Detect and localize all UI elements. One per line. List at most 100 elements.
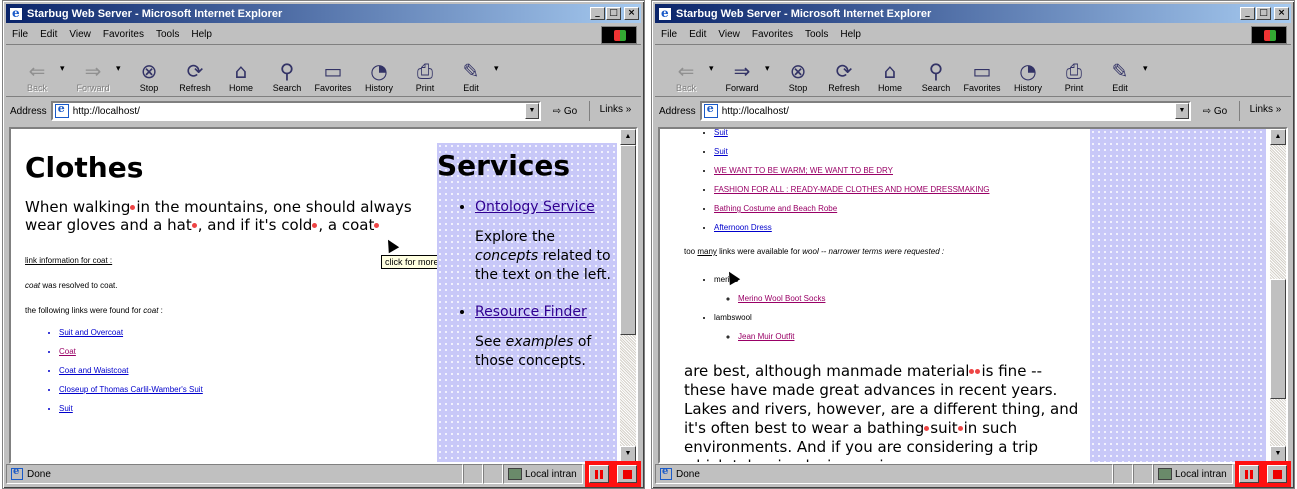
edit-button[interactable]: ✎ Edit <box>448 49 494 95</box>
title-bar[interactable]: Starbug Web Server - Microsoft Internet … <box>6 4 641 23</box>
forward-dropdown-icon[interactable]: ▾ <box>765 49 775 74</box>
concept-marker-icon[interactable] <box>312 223 318 228</box>
menu-edit[interactable]: Edit <box>40 29 57 40</box>
page-done-icon <box>11 466 23 480</box>
search-button[interactable]: ⚲ Search <box>913 49 959 95</box>
scroll-thumb[interactable] <box>620 145 636 335</box>
address-input[interactable]: http://localhost/ ▼ <box>50 101 541 121</box>
result-link[interactable]: Jean Muir Outfit <box>738 332 794 341</box>
home-button[interactable]: ⌂ Home <box>218 49 264 95</box>
scroll-down-icon[interactable]: ▼ <box>1270 446 1286 462</box>
result-link[interactable]: Coat and Waistcoat <box>59 366 129 375</box>
refresh-button[interactable]: ⟳ Refresh <box>172 49 218 95</box>
refresh-button[interactable]: ⟳ Refresh <box>821 49 867 95</box>
menu-tools[interactable]: Tools <box>156 29 179 40</box>
favorites-button[interactable]: ▭ Favorites <box>959 49 1005 95</box>
menu-file[interactable]: File <box>12 29 28 40</box>
stop-playback-button[interactable] <box>617 465 637 483</box>
concept-marker-icon[interactable] <box>374 223 380 228</box>
forward-button[interactable]: ⇒ Forward <box>70 49 116 95</box>
result-link[interactable]: Suit <box>714 129 728 137</box>
minimize-button[interactable]: _ <box>590 7 605 20</box>
result-link[interactable]: Suit <box>714 147 728 156</box>
result-link[interactable]: Suit and Overcoat <box>59 328 123 337</box>
resource-finder-link[interactable]: Resource Finder <box>475 304 587 320</box>
back-arrow-icon: ⇐ <box>677 59 695 83</box>
scroll-thumb[interactable] <box>1270 279 1286 399</box>
concept-marker-icon[interactable] <box>957 426 963 431</box>
pause-button[interactable] <box>1239 465 1259 483</box>
result-link[interactable]: FASHION FOR ALL : READY-MADE CLOTHES AND… <box>714 185 989 194</box>
links-button[interactable]: Links » <box>589 101 641 121</box>
scroll-down-icon[interactable]: ▼ <box>620 446 636 462</box>
address-url[interactable]: http://localhost/ <box>722 106 1175 117</box>
result-link[interactable]: Coat <box>59 347 76 356</box>
address-dropdown-icon[interactable]: ▼ <box>1175 103 1189 119</box>
close-button[interactable]: × <box>1274 7 1289 20</box>
history-button[interactable]: ◔ History <box>356 49 402 95</box>
back-button[interactable]: ⇐ Back <box>663 49 709 95</box>
page-viewport[interactable]: Suit Suit WE WANT TO BE WARM; WE WANT TO… <box>658 127 1288 464</box>
history-button[interactable]: ◔ History <box>1005 49 1051 95</box>
menu-tools[interactable]: Tools <box>805 29 828 40</box>
menu-view[interactable]: View <box>718 29 740 40</box>
result-link[interactable]: Closeup of Thomas Carlil-Wamber's Suit <box>59 385 203 394</box>
maximize-button[interactable]: □ <box>1256 7 1271 20</box>
edit-button[interactable]: ✎ Edit <box>1097 49 1143 95</box>
home-button[interactable]: ⌂ Home <box>867 49 913 95</box>
result-link[interactable]: Suit <box>59 404 73 413</box>
scroll-up-icon[interactable]: ▲ <box>1270 129 1286 145</box>
print-button[interactable]: ⎙ Print <box>1051 49 1097 95</box>
concept-marker-icon[interactable] <box>975 369 981 374</box>
address-url[interactable]: http://localhost/ <box>73 106 525 117</box>
menu-edit[interactable]: Edit <box>689 29 706 40</box>
page-viewport[interactable]: Clothes When walking in the mountains, on… <box>9 127 638 464</box>
forward-button[interactable]: ⇒ Forward <box>719 49 765 95</box>
stop-button[interactable]: ⊗ Stop <box>775 49 821 95</box>
back-dropdown-icon[interactable]: ▾ <box>709 49 719 74</box>
concept-marker-icon[interactable] <box>130 205 136 210</box>
menu-favorites[interactable]: Favorites <box>752 29 793 40</box>
stop-playback-button[interactable] <box>1267 465 1287 483</box>
result-link[interactable]: Afternoon Dress <box>714 223 772 232</box>
status-pane <box>1133 464 1153 484</box>
result-link[interactable]: Merino Wool Boot Socks <box>738 294 825 303</box>
pause-button[interactable] <box>589 465 609 483</box>
list-item: lambswool Jean Muir Outfit <box>714 308 1084 346</box>
result-link[interactable]: Bathing Costume and Beach Robe <box>714 204 837 213</box>
window-title: Starbug Web Server - Microsoft Internet … <box>27 7 283 20</box>
links-button[interactable]: Links » <box>1239 101 1291 121</box>
stop-button[interactable]: ⊗ Stop <box>126 49 172 95</box>
maximize-button[interactable]: □ <box>606 7 621 20</box>
forward-dropdown-icon[interactable]: ▾ <box>116 49 126 74</box>
found-links-text: the following links were found for coat … <box>25 306 163 315</box>
back-button[interactable]: ⇐ Back <box>14 49 60 95</box>
menu-view[interactable]: View <box>69 29 91 40</box>
search-button[interactable]: ⚲ Search <box>264 49 310 95</box>
scroll-up-icon[interactable]: ▲ <box>620 129 636 145</box>
print-button[interactable]: ⎙ Print <box>402 49 448 95</box>
close-button[interactable]: × <box>624 7 639 20</box>
address-input[interactable]: http://localhost/ ▼ <box>699 101 1191 121</box>
back-dropdown-icon[interactable]: ▾ <box>60 49 70 74</box>
vertical-scrollbar[interactable]: ▲ ▼ <box>1270 129 1286 462</box>
minimize-button[interactable]: _ <box>1240 7 1255 20</box>
concept-marker-icon[interactable] <box>969 369 975 374</box>
go-button[interactable]: ⇨ Go <box>541 106 589 117</box>
concept-marker-icon[interactable] <box>191 223 197 228</box>
go-button[interactable]: ⇨ Go <box>1191 106 1239 117</box>
edit-dropdown-icon[interactable]: ▾ <box>494 49 504 74</box>
services-panel: Services Ontology Service Explore the co… <box>437 143 617 462</box>
edit-dropdown-icon[interactable]: ▾ <box>1143 49 1153 74</box>
menu-file[interactable]: File <box>661 29 677 40</box>
result-link[interactable]: WE WANT TO BE WARM; WE WANT TO BE DRY <box>714 166 893 175</box>
title-bar[interactable]: Starbug Web Server - Microsoft Internet … <box>655 4 1291 23</box>
ontology-service-link[interactable]: Ontology Service <box>475 199 595 215</box>
menu-favorites[interactable]: Favorites <box>103 29 144 40</box>
address-dropdown-icon[interactable]: ▼ <box>525 103 539 119</box>
vertical-scrollbar[interactable]: ▲ ▼ <box>620 129 636 462</box>
menu-help[interactable]: Help <box>840 29 861 40</box>
menu-help[interactable]: Help <box>191 29 212 40</box>
concept-marker-icon[interactable] <box>924 426 930 431</box>
favorites-button[interactable]: ▭ Favorites <box>310 49 356 95</box>
